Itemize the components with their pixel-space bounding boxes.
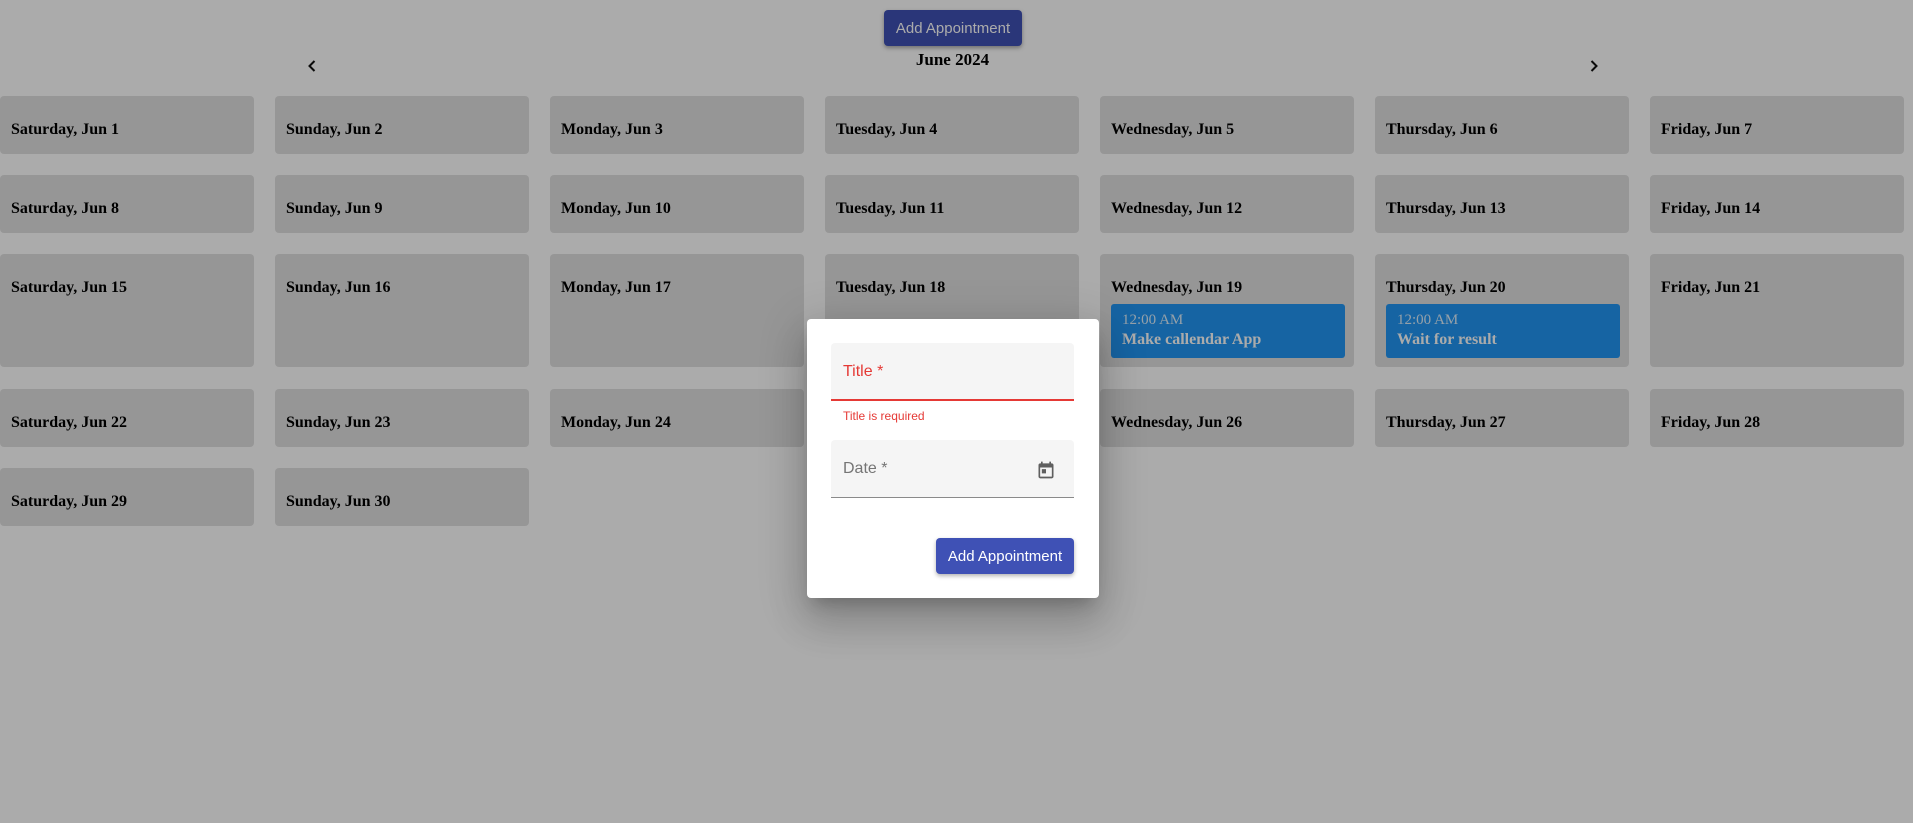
- title-input[interactable]: [843, 363, 1033, 381]
- date-input[interactable]: [843, 460, 1033, 478]
- submit-appointment-button[interactable]: Add Appointment: [936, 538, 1074, 574]
- add-appointment-dialog: Title * Title is required Date * Add App…: [807, 319, 1099, 598]
- calendar-icon[interactable]: [1036, 460, 1056, 480]
- title-field[interactable]: Title *: [831, 343, 1074, 401]
- title-error-text: Title is required: [843, 409, 925, 423]
- date-field[interactable]: Date *: [831, 440, 1074, 498]
